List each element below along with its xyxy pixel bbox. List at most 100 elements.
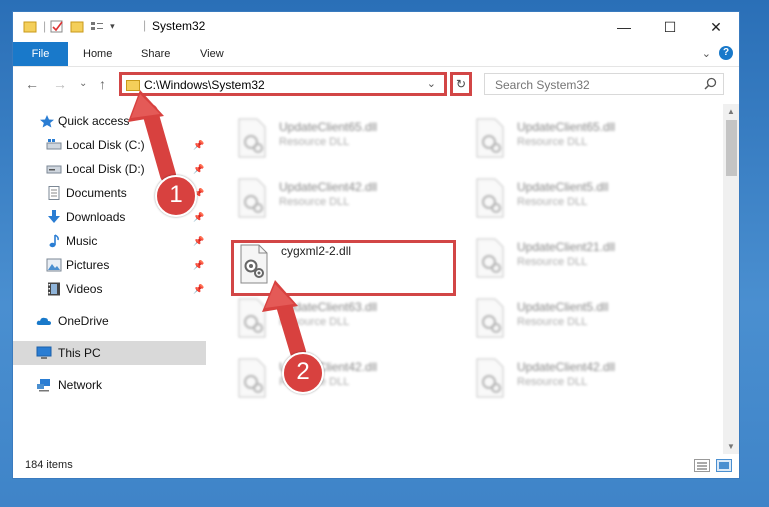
search-icon[interactable] (704, 77, 717, 90)
address-bar[interactable]: C:\Windows\System32 ⌄ (119, 72, 447, 96)
file-name: UpdateClient21.dll (517, 240, 616, 254)
file-type: Resource DLL (279, 316, 350, 328)
ribbon: File Home Share View ⌄ ? (13, 42, 739, 67)
sidebar-item-label: Pictures (66, 258, 110, 272)
sidebar-item-label: OneDrive (58, 314, 109, 328)
navigation-bar: ← → ⌄ ↑ C:\Windows\System32 ⌄ ↻ (13, 67, 739, 101)
download-icon (48, 210, 60, 223)
view-options-icon[interactable] (90, 20, 104, 33)
sidebar-item-quick-access[interactable]: Quick access (13, 109, 206, 133)
pin-icon[interactable]: 📌 (193, 212, 204, 223)
up-button[interactable]: ↑ (99, 76, 106, 92)
scroll-thumb[interactable] (726, 120, 737, 176)
forward-button[interactable]: → (53, 76, 67, 92)
file-item[interactable]: UpdateClient42.dll Resource DLL (467, 354, 687, 404)
dll-file-icon (476, 298, 504, 338)
file-type: Resource DLL (279, 196, 350, 208)
file-item[interactable]: UpdateClient63.dll Resource DLL (229, 294, 449, 344)
status-bar: 184 items (13, 454, 739, 478)
new-folder-icon[interactable] (70, 20, 84, 33)
large-icons-view-icon[interactable] (716, 459, 732, 472)
dll-file-icon (476, 238, 504, 278)
maximize-button[interactable]: ☐ (647, 12, 693, 42)
navigation-pane: Quick access Local Disk (C:) 📌 Local Dis… (13, 104, 206, 449)
sidebar-item-onedrive[interactable]: OneDrive (13, 309, 206, 333)
properties-icon[interactable] (50, 20, 64, 33)
sidebar-item-network[interactable]: Network (13, 373, 206, 397)
file-item[interactable]: UpdateClient42.dll Resource DLL (229, 174, 449, 224)
customize-toolbar-icon[interactable]: ▾ (110, 21, 115, 32)
sidebar-item-label: Music (66, 234, 98, 248)
title-bar: | ▾ | System32 — ☐ ✕ (13, 12, 739, 42)
dll-file-icon (238, 118, 266, 158)
file-type: Resource DLL (279, 136, 350, 148)
scroll-up-icon[interactable]: ▲ (727, 107, 735, 116)
file-name: UpdateClient65.dll (279, 120, 378, 134)
file-type: Resource DLL (517, 376, 588, 388)
file-item[interactable]: UpdateClient5.dll Resource DLL (467, 174, 687, 224)
file-item[interactable]: UpdateClient5.dll Resource DLL (467, 294, 687, 344)
address-path: C:\Windows\System32 (144, 78, 265, 92)
selection-highlight (231, 240, 456, 296)
pin-icon[interactable]: 📌 (193, 140, 204, 151)
search-box[interactable] (484, 73, 724, 95)
recent-locations-button[interactable]: ⌄ (79, 78, 87, 89)
videos-icon (48, 282, 60, 296)
folder-icon[interactable] (23, 20, 37, 33)
divider: | (143, 18, 147, 32)
file-type: Resource DLL (517, 196, 588, 208)
dll-file-icon (476, 118, 504, 158)
refresh-button[interactable]: ↻ (450, 72, 472, 96)
file-type: Resource DLL (517, 136, 588, 148)
sidebar-item-music[interactable]: Music 📌 (13, 229, 206, 253)
scroll-down-icon[interactable]: ▼ (727, 442, 735, 451)
dll-file-icon (476, 178, 504, 218)
close-button[interactable]: ✕ (693, 12, 739, 42)
dll-file-icon (238, 178, 266, 218)
pin-icon[interactable]: 📌 (193, 236, 204, 247)
tab-view[interactable]: View (200, 42, 224, 66)
window-controls: — ☐ ✕ (601, 12, 739, 42)
tab-share[interactable]: Share (141, 42, 170, 66)
computer-icon (36, 346, 52, 359)
expand-ribbon-icon[interactable]: ⌄ (702, 47, 711, 60)
pictures-icon (46, 258, 62, 272)
tab-file[interactable]: File (13, 42, 68, 66)
sidebar-item-label: Quick access (58, 114, 130, 128)
sidebar-item-label: Network (58, 378, 103, 392)
file-item[interactable]: UpdateClient65.dll Resource DLL (467, 114, 687, 164)
quick-access-toolbar: | ▾ (23, 19, 115, 33)
file-item[interactable]: UpdateClient42.dll Resource DLL (229, 354, 449, 404)
ribbon-controls: ⌄ ? (702, 46, 733, 60)
drive-icon (46, 165, 62, 174)
sidebar-item-label: Documents (66, 186, 127, 200)
callout-step-2: 2 (282, 352, 324, 394)
minimize-button[interactable]: — (601, 12, 647, 42)
file-item[interactable]: UpdateClient21.dll Resource DLL (467, 234, 687, 284)
help-icon[interactable]: ? (719, 46, 733, 60)
file-name: UpdateClient42.dll (279, 180, 378, 194)
pin-icon[interactable]: 📌 (193, 284, 204, 295)
address-dropdown-icon[interactable]: ⌄ (427, 77, 436, 90)
vertical-scrollbar[interactable]: ▲ ▼ (723, 104, 739, 454)
music-icon (49, 234, 59, 248)
file-item[interactable]: UpdateClient65.dll Resource DLL (229, 114, 449, 164)
details-view-icon[interactable] (694, 459, 710, 472)
tab-home[interactable]: Home (83, 42, 112, 66)
sidebar-item-videos[interactable]: Videos 📌 (13, 277, 206, 301)
sidebar-item-label: This PC (58, 346, 101, 360)
pin-icon[interactable]: 📌 (193, 164, 204, 175)
explorer-window: | ▾ | System32 — ☐ ✕ File Home Share Vie… (12, 11, 740, 479)
sidebar-item-label: Local Disk (C:) (66, 138, 145, 152)
file-list: UpdateClient65.dll Resource DLL UpdateCl… (209, 104, 719, 449)
pin-icon[interactable]: 📌 (193, 260, 204, 271)
file-name: UpdateClient5.dll (517, 180, 609, 194)
item-count: 184 items (25, 459, 73, 471)
file-name: UpdateClient65.dll (517, 120, 616, 134)
file-type: Resource DLL (517, 256, 588, 268)
search-input[interactable] (493, 77, 697, 93)
sidebar-item-this-pc[interactable]: This PC (13, 341, 206, 365)
sidebar-item-pictures[interactable]: Pictures 📌 (13, 253, 206, 277)
sidebar-item-local-disk-c[interactable]: Local Disk (C:) 📌 (13, 133, 206, 157)
back-button[interactable]: ← (25, 76, 39, 92)
